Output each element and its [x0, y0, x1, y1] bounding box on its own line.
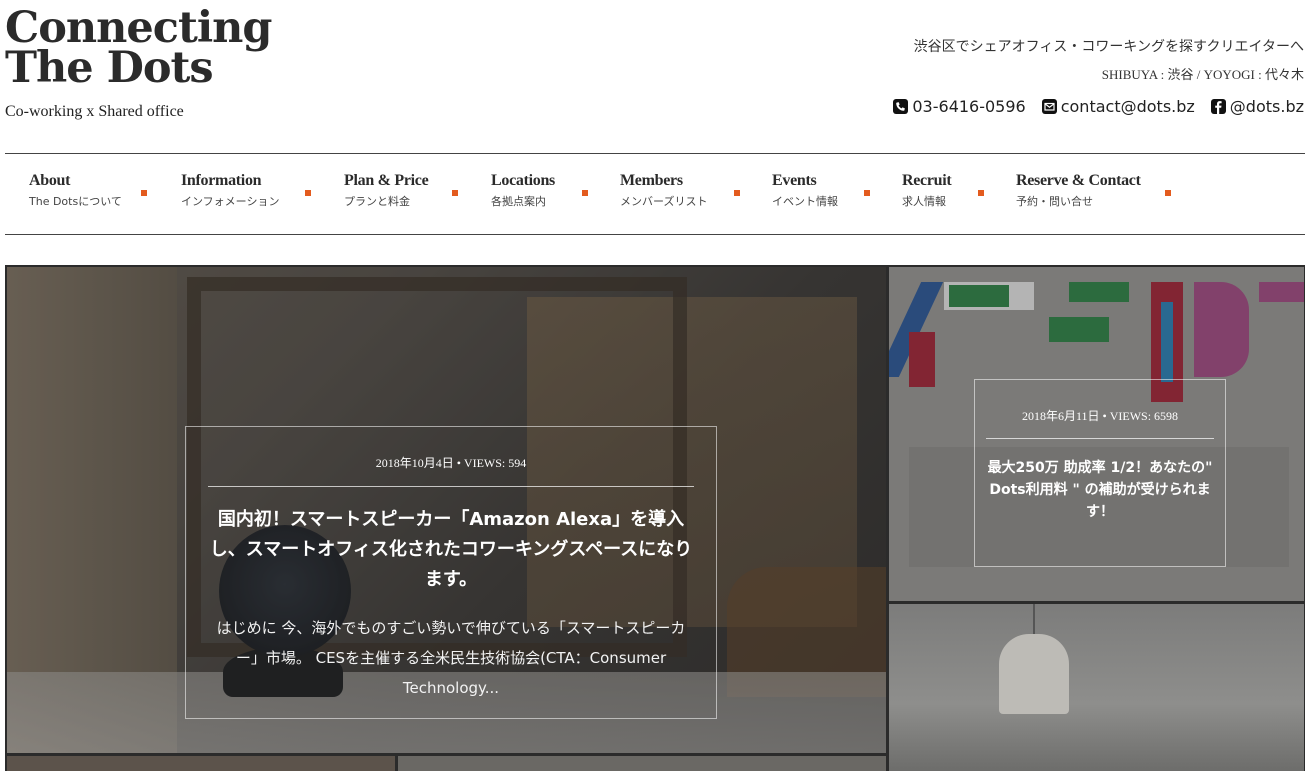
nav-label-ja: 求人情報 [902, 195, 946, 208]
nav-separator-dot [141, 190, 147, 196]
nav-label-en: Reserve & Contact [1016, 172, 1141, 189]
nav-item-members[interactable]: Members メンバーズリスト [620, 172, 772, 222]
featured-post-card[interactable]: 2018年10月4日 • VIEWS: 594 国内初！スマートスピーカー「Am… [7, 267, 886, 753]
nav-separator-dot [452, 190, 458, 196]
nav-label-ja: インフォメーション [181, 195, 280, 208]
nav-item-plan-price[interactable]: Plan & Price プランと料金 [344, 172, 491, 222]
nav-item-locations[interactable]: Locations 各拠点案内 [491, 172, 620, 222]
nav-label-ja: 予約・問い合せ [1016, 195, 1093, 208]
post-meta: 2018年10月4日 • VIEWS: 594 [375, 456, 527, 470]
nav-label-en: Members [620, 172, 683, 189]
header-divider [5, 153, 1305, 154]
logo-line-2: The Dots [5, 43, 214, 93]
site-logo[interactable]: Connecting The Dots [5, 3, 272, 93]
header-info: 渋谷区でシェアオフィス・コワーキングを探すクリエイターへ SHIBUYA : 渋… [914, 36, 1304, 83]
post-excerpt: はじめに 今、海外でものすごい勢いで伸びている「スマートスピーカー」市場。 CE… [216, 619, 686, 697]
post-card-bottom-mid[interactable] [398, 756, 886, 771]
envelope-icon [1041, 99, 1057, 114]
post-title[interactable]: 最大250万 助成率 1/2！あなたの" Dots利用料 " の補助が受けられま… [987, 457, 1213, 523]
nav-label-en: Plan & Price [344, 172, 429, 189]
nav-item-recruit[interactable]: Recruit 求人情報 [902, 172, 1016, 222]
logo-line-1: Connecting [5, 3, 272, 53]
post-divider [208, 486, 694, 487]
contact-links: 03-6416-0596 contact@dots.bz @dots.bz [893, 97, 1304, 116]
nav-label-ja: The Dotsについて [29, 195, 122, 208]
nav-separator-dot [978, 190, 984, 196]
site-tagline: Co-working x Shared office [5, 103, 184, 120]
nav-separator-dot [864, 190, 870, 196]
phone-number: 03-6416-0596 [912, 97, 1026, 116]
nav-separator-dot [582, 190, 588, 196]
nav-label-en: Events [772, 172, 817, 189]
facebook-handle: @dots.bz [1229, 97, 1304, 116]
header-areas: SHIBUYA : 渋谷 / YOYOGI : 代々木 [1101, 67, 1304, 82]
nav-item-information[interactable]: Information インフォメーション [181, 172, 344, 222]
post-title[interactable]: 国内初！スマートスピーカー「Amazon Alexa」を導入し、スマートオフィス… [206, 505, 696, 595]
email-link[interactable]: contact@dots.bz [1041, 97, 1195, 116]
nav-label-ja: プランと料金 [344, 195, 410, 208]
nav-item-reserve-contact[interactable]: Reserve & Contact 予約・問い合せ [1016, 172, 1176, 222]
nav-separator-dot [734, 190, 740, 196]
nav-label-en: About [29, 172, 71, 189]
nav-separator-dot [1165, 190, 1171, 196]
facebook-icon [1210, 99, 1226, 114]
side-post-overlay: 2018年6月11日 • VIEWS: 6598 最大250万 助成率 1/2！… [974, 379, 1226, 567]
nav-label-en: Locations [491, 172, 555, 189]
nav-label-ja: 各拠点案内 [491, 195, 546, 208]
side-post-card-2[interactable] [889, 604, 1304, 771]
site-header: Connecting The Dots Co-working x Shared … [0, 0, 1308, 153]
post-meta: 2018年6月11日 • VIEWS: 6598 [1021, 409, 1179, 423]
photo-lamp [999, 634, 1069, 714]
email-address: contact@dots.bz [1060, 97, 1195, 116]
nav-divider [5, 234, 1305, 235]
main-nav: About The Dotsについて Information インフォメーション… [29, 172, 1176, 222]
nav-separator-dot [305, 190, 311, 196]
nav-label-ja: イベント情報 [772, 195, 838, 208]
nav-label-en: Recruit [902, 172, 952, 189]
facebook-link[interactable]: @dots.bz [1210, 97, 1304, 116]
phone-link[interactable]: 03-6416-0596 [893, 97, 1026, 116]
photo-lamp-cord [1033, 604, 1035, 634]
post-card-bottom-left[interactable] [7, 756, 395, 771]
post-divider [986, 438, 1214, 439]
nav-item-events[interactable]: Events イベント情報 [772, 172, 902, 222]
nav-item-about[interactable]: About The Dotsについて [29, 172, 181, 222]
post-grid: 2018年10月4日 • VIEWS: 594 国内初！スマートスピーカー「Am… [5, 265, 1305, 771]
featured-post-overlay: 2018年10月4日 • VIEWS: 594 国内初！スマートスピーカー「Am… [185, 426, 717, 719]
nav-label-en: Information [181, 172, 262, 189]
phone-icon [893, 99, 909, 114]
side-post-card[interactable]: 2018年6月11日 • VIEWS: 6598 最大250万 助成率 1/2！… [889, 267, 1304, 601]
header-catchphrase: 渋谷区でシェアオフィス・コワーキングを探すクリエイターへ [913, 39, 1304, 55]
nav-label-ja: メンバーズリスト [620, 195, 708, 208]
